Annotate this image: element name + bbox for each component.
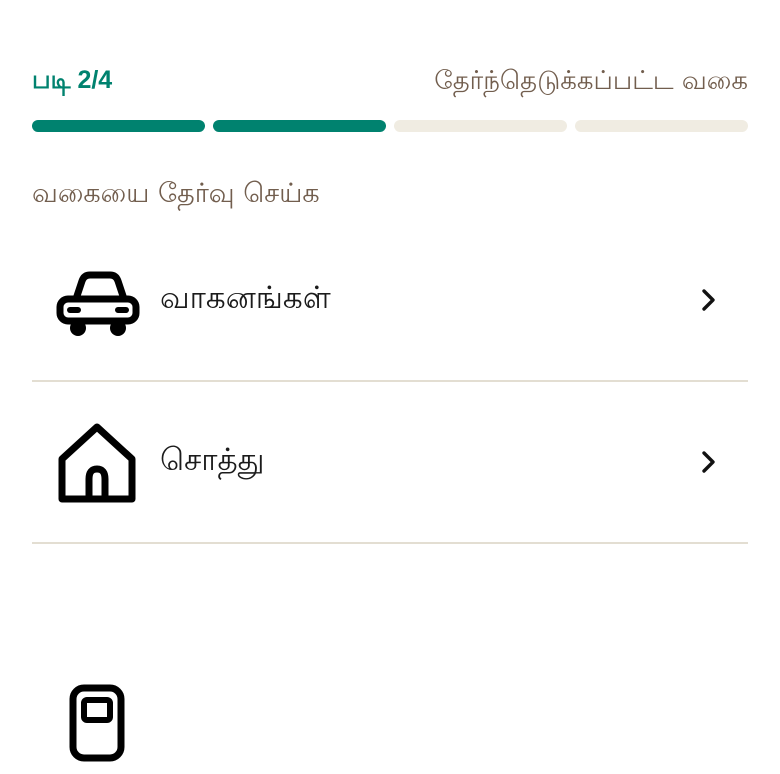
wizard-header: படி 2/4 தேர்ந்தெடுக்கப்பட்ட வகை (32, 62, 748, 102)
category-item-vehicles[interactable]: வாகனங்கள் (32, 220, 748, 382)
category-item-electronics[interactable] (32, 544, 748, 762)
device-icon (69, 684, 125, 762)
progress-segment-1 (32, 120, 205, 132)
section-title: வகையை தேர்வு செய்க (32, 178, 320, 209)
car-icon (56, 271, 140, 336)
category-item-property[interactable]: சொத்து (32, 382, 748, 544)
progress-segment-2 (213, 120, 386, 132)
category-label: சொத்து (160, 442, 265, 478)
selected-category-title: தேர்ந்தெடுக்கப்பட்ட வகை (434, 65, 748, 96)
progress-segment-4 (575, 120, 748, 132)
category-label: வாகனங்கள் (160, 280, 331, 316)
step-indicator: படி 2/4 (32, 66, 113, 94)
progress-segment-3 (394, 120, 567, 132)
chevron-right-icon (702, 451, 715, 473)
step-progress-bar (32, 120, 748, 132)
chevron-right-icon (702, 289, 715, 311)
category-list: வாகனங்கள் சொத்து (32, 220, 748, 762)
house-icon (58, 423, 136, 503)
